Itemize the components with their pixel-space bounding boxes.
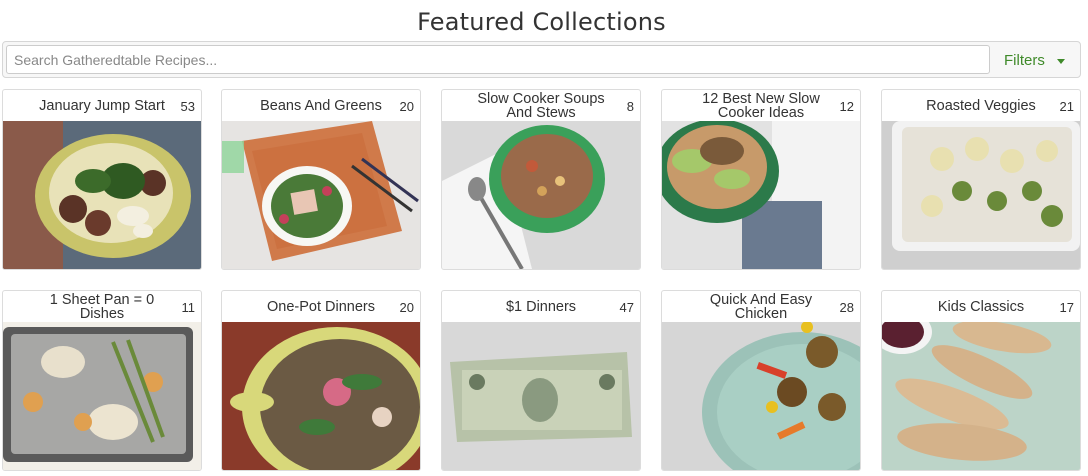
search-bar: Filters <box>2 41 1081 78</box>
search-input[interactable] <box>6 45 990 74</box>
collection-image <box>3 121 201 269</box>
card-header: Quick And Easy Chicken <box>662 291 860 322</box>
collection-card[interactable]: One-Pot Dinners 20 <box>221 290 421 471</box>
card-header: Slow Cooker Soups And Stews <box>442 90 640 121</box>
card-header: January Jump Start <box>3 90 201 121</box>
caret-down-icon <box>1056 58 1065 64</box>
collection-name: 12 Best New Slow Cooker Ideas <box>702 90 820 121</box>
collection-image <box>442 121 640 269</box>
collection-image <box>222 322 420 470</box>
recipe-count: 53 <box>180 99 195 114</box>
collection-card[interactable]: 12 Best New Slow Cooker Ideas 12 <box>661 89 861 270</box>
collection-card[interactable]: Slow Cooker Soups And Stews 8 <box>441 89 641 270</box>
collection-name: Kids Classics <box>937 298 1025 315</box>
card-header: 1 Sheet Pan = 0 Dishes <box>3 291 201 322</box>
collection-name: Quick And Easy Chicken <box>709 291 813 322</box>
recipe-count: 20 <box>399 300 414 315</box>
card-header: Roasted Veggies <box>882 90 1080 121</box>
collection-image <box>662 121 860 269</box>
filters-label: Filters <box>1004 51 1045 69</box>
collection-image <box>662 322 860 470</box>
card-header: Beans And Greens <box>222 90 420 121</box>
collection-card[interactable]: Kids Classics 17 <box>881 290 1081 471</box>
collection-name: January Jump Start <box>39 97 165 114</box>
card-header: 12 Best New Slow Cooker Ideas <box>662 90 860 121</box>
recipe-count: 21 <box>1059 99 1074 114</box>
collection-name: 1 Sheet Pan = 0 Dishes <box>49 291 155 322</box>
collection-image <box>222 121 420 269</box>
collection-name: One-Pot Dinners <box>267 298 375 315</box>
collection-image <box>882 121 1080 269</box>
collection-image <box>882 322 1080 470</box>
collection-card[interactable]: $1 Dinners 47 <box>441 290 641 471</box>
page-title: Featured Collections <box>417 8 666 36</box>
collection-card[interactable]: Beans And Greens 20 <box>221 89 421 270</box>
recipe-count: 20 <box>399 99 414 114</box>
collection-name: $1 Dinners <box>505 298 577 315</box>
filters-button[interactable]: Filters <box>996 46 1078 74</box>
collection-name: Slow Cooker Soups And Stews <box>477 90 605 121</box>
collection-card[interactable]: January Jump Start 53 <box>2 89 202 270</box>
card-header: Kids Classics <box>882 291 1080 322</box>
collection-name: Beans And Greens <box>260 97 382 114</box>
collection-card[interactable]: Roasted Veggies 21 <box>881 89 1081 270</box>
collection-name: Roasted Veggies <box>926 97 1036 114</box>
collection-image <box>3 322 201 470</box>
recipe-count: 17 <box>1059 300 1074 315</box>
collection-image <box>442 322 640 470</box>
recipe-count: 11 <box>181 300 196 315</box>
recipe-count: 12 <box>839 99 854 114</box>
card-header: One-Pot Dinners <box>222 291 420 322</box>
card-header: $1 Dinners <box>442 291 640 322</box>
recipe-count: 47 <box>619 300 634 315</box>
collection-card[interactable]: Quick And Easy Chicken 28 <box>661 290 861 471</box>
recipe-count: 8 <box>626 99 634 114</box>
collection-card[interactable]: 1 Sheet Pan = 0 Dishes 11 <box>2 290 202 471</box>
recipe-count: 28 <box>839 300 854 315</box>
